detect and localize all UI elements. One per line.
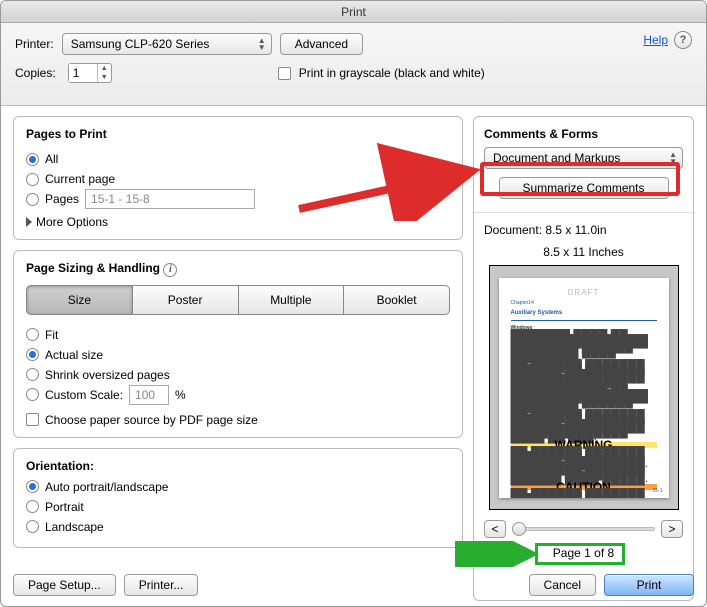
grayscale-label: Print in grayscale (black and white) — [299, 66, 485, 80]
printer-select[interactable]: Samsung CLP-620 Series ▲▼ — [62, 33, 272, 55]
radio-dot-icon — [26, 520, 39, 533]
cancel-button[interactable]: Cancel — [529, 574, 596, 596]
advanced-button[interactable]: Advanced — [280, 33, 363, 55]
printer-label: Printer: — [15, 37, 54, 51]
printer-value: Samsung CLP-620 Series — [71, 37, 210, 51]
doc-size-label: Document: 8.5 x 11.0in — [484, 223, 683, 237]
pages-to-print-panel: Pages to Print All Current page Pages — [13, 116, 463, 240]
radio-all[interactable]: All — [26, 149, 450, 169]
summarize-comments-button[interactable]: Summarize Comments — [499, 177, 669, 199]
radio-dot-icon — [26, 368, 39, 381]
orientation-title: Orientation: — [26, 459, 450, 473]
copies-label: Copies: — [15, 66, 56, 80]
radio-actual-size[interactable]: Actual size — [26, 345, 450, 365]
copies-input[interactable] — [69, 64, 97, 82]
sizing-segmented: Size Poster Multiple Booklet — [26, 285, 450, 315]
window-title: Print — [341, 5, 366, 19]
stepper-down-icon[interactable]: ▼ — [98, 73, 111, 82]
preview-frame: DRAFT Chapter14 Auxiliary Systems Window… — [489, 265, 679, 510]
sizing-title: Page Sizing & Handling i — [26, 261, 450, 277]
page-slider[interactable] — [512, 521, 655, 537]
radio-dot-icon — [26, 173, 39, 186]
help-area: Help ? — [643, 31, 692, 49]
help-link[interactable]: Help — [643, 33, 668, 47]
choose-paper-label: Choose paper source by PDF page size — [45, 413, 258, 427]
custom-scale-input[interactable] — [129, 385, 169, 405]
help-icon[interactable]: ? — [674, 31, 692, 49]
slider-thumb[interactable] — [512, 522, 526, 536]
page-of-label: Page 1 of 8 — [484, 546, 683, 560]
print-button[interactable]: Print — [604, 574, 694, 596]
preview-page: DRAFT Chapter14 Auxiliary Systems Window… — [499, 278, 669, 498]
radio-dot-icon — [26, 388, 39, 401]
more-options-toggle[interactable]: More Options — [26, 215, 450, 229]
sizing-panel: Page Sizing & Handling i Size Poster Mul… — [13, 250, 463, 438]
orientation-panel: Orientation: Auto portrait/landscape Por… — [13, 448, 463, 548]
stepper-up-icon[interactable]: ▲ — [98, 64, 111, 73]
radio-shrink[interactable]: Shrink oversized pages — [26, 365, 450, 385]
radio-dot-icon — [26, 500, 39, 513]
comments-forms-select[interactable]: Document and Markups ▲▼ — [484, 147, 683, 169]
radio-custom-scale[interactable]: Custom Scale: % — [26, 385, 450, 405]
comments-title: Comments & Forms — [484, 127, 683, 141]
radio-dot-icon — [26, 153, 39, 166]
watermark: DRAFT — [511, 288, 657, 297]
radio-portrait[interactable]: Portrait — [26, 497, 450, 517]
radio-dot-icon — [26, 480, 39, 493]
radio-dot-icon — [26, 193, 39, 206]
seg-booklet[interactable]: Booklet — [344, 285, 450, 315]
choose-paper-checkbox[interactable] — [26, 413, 39, 426]
select-arrows-icon: ▲▼ — [669, 151, 677, 165]
prev-page-button[interactable]: < — [484, 520, 506, 538]
page-setup-button[interactable]: Page Setup... — [13, 574, 116, 596]
select-arrows-icon: ▲▼ — [258, 37, 266, 51]
seg-poster[interactable]: Poster — [133, 285, 239, 315]
radio-dot-icon — [26, 348, 39, 361]
disclosure-icon — [26, 217, 32, 227]
pages-range-input[interactable] — [85, 189, 255, 209]
bottom-bar: Page Setup... Printer... Cancel Print — [13, 574, 694, 596]
radio-auto-orientation[interactable]: Auto portrait/landscape — [26, 477, 450, 497]
copies-stepper[interactable]: ▲ ▼ — [68, 63, 112, 83]
printer-button[interactable]: Printer... — [124, 574, 199, 596]
top-section: Help ? Printer: Samsung CLP-620 Series ▲… — [1, 23, 706, 106]
radio-dot-icon — [26, 328, 39, 341]
preview-size-label: 8.5 x 11 Inches — [484, 245, 683, 259]
title-bar: Print — [1, 1, 706, 23]
radio-fit[interactable]: Fit — [26, 325, 450, 345]
radio-current-page[interactable]: Current page — [26, 169, 450, 189]
next-page-button[interactable]: > — [661, 520, 683, 538]
right-panel: Comments & Forms Document and Markups ▲▼… — [473, 116, 694, 601]
seg-size[interactable]: Size — [26, 285, 133, 315]
info-icon[interactable]: i — [163, 263, 177, 277]
radio-pages[interactable]: Pages — [26, 189, 450, 209]
radio-landscape[interactable]: Landscape — [26, 517, 450, 537]
seg-multiple[interactable]: Multiple — [239, 285, 345, 315]
pages-title: Pages to Print — [26, 127, 450, 141]
grayscale-checkbox[interactable] — [278, 67, 291, 80]
